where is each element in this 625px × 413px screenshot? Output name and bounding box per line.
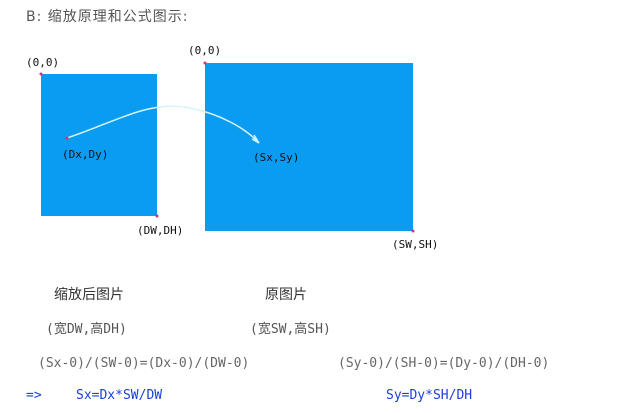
scaled-image-caption: 缩放后图片 — [54, 287, 124, 303]
x-ratio-formula: (Sx-0)/(SW-0)=(Dx-0)/(DW-0) — [38, 356, 250, 371]
x-result-formula: Sx=Dx*SW/DW — [76, 388, 163, 403]
original-image-subcaption: (宽SW,高SH) — [250, 322, 331, 337]
original-corner-dot — [411, 229, 415, 233]
scaled-corner-dot — [155, 214, 159, 218]
y-result-formula: Sy=Dy*SH/DH — [386, 388, 473, 403]
scaled-point-dot — [65, 136, 69, 140]
scaled-origin-dot — [39, 72, 43, 76]
mapping-arrow — [66, 105, 259, 143]
y-ratio-formula: (Sy-0)/(SH-0)=(Dy-0)/(DH-0) — [338, 356, 550, 371]
original-origin-dot — [203, 61, 207, 65]
mapping-overlay — [39, 61, 415, 233]
scaled-image-subcaption: (宽DW,高DH) — [46, 322, 127, 337]
implies-arrow: => — [26, 388, 42, 403]
original-image-caption: 原图片 — [265, 287, 307, 303]
